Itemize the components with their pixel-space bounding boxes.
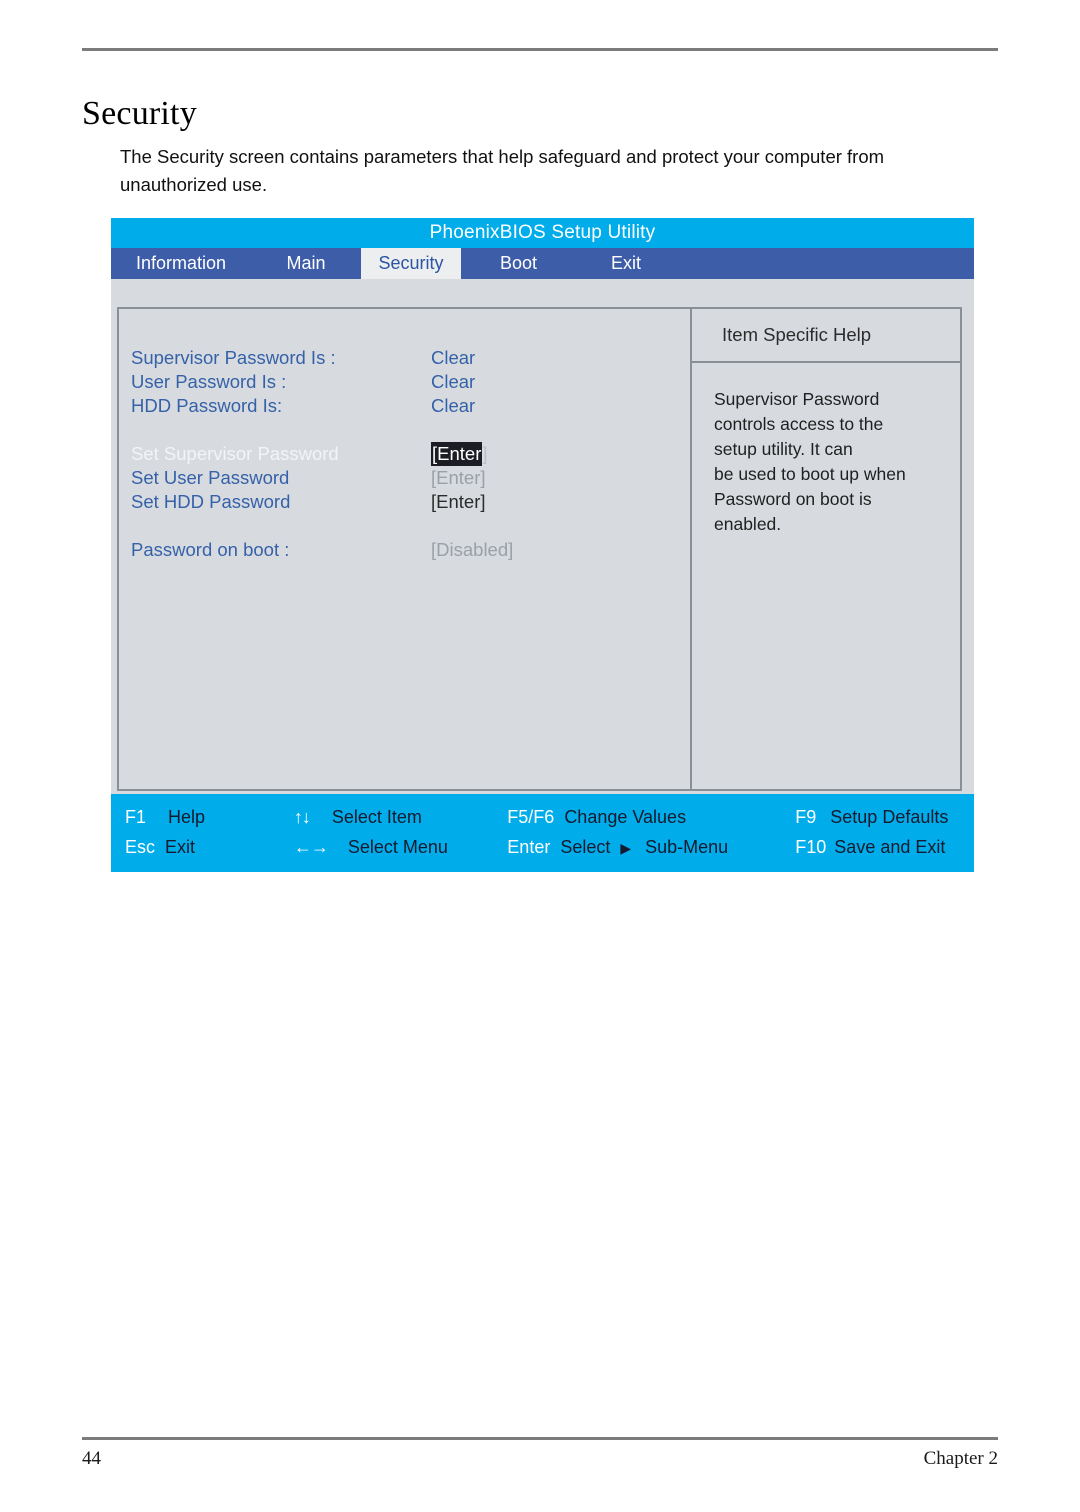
selection-highlight: [Enter <box>431 442 483 466</box>
tab-security-label: Security <box>378 253 444 273</box>
tab-boot-label: Boot <box>499 253 538 273</box>
key-change-values[interactable]: F5/F6 Change Values <box>507 807 795 828</box>
setting-value: [Enter] <box>431 491 486 512</box>
setting-value: Clear <box>431 395 476 416</box>
tab-information-label: Information <box>135 253 227 273</box>
key-desc-help: Help <box>168 806 206 827</box>
setting-row-set-user-password[interactable]: Set User Password [Enter] <box>119 467 690 491</box>
key-name-f5-f6: F5/F6 <box>507 806 555 827</box>
setting-row-user-password-is[interactable]: User Password Is : Clear <box>119 371 690 395</box>
tab-security[interactable]: Security <box>361 248 461 279</box>
key-desc-select: Select <box>560 836 611 857</box>
arrow-left-right-icon: ←→ <box>293 836 329 857</box>
key-desc-select-item: Select Item <box>331 806 422 827</box>
setting-value-selected[interactable]: [Enter] <box>431 442 488 466</box>
tab-exit-label: Exit <box>610 253 641 273</box>
bios-key-legend: F1 Help ↑↓ Select Item F5/F6 Change Valu… <box>111 794 974 872</box>
key-setup-defaults[interactable]: F9 Setup Defaults <box>795 807 974 828</box>
setting-value: Clear <box>431 347 476 368</box>
setting-row-hdd-password-is[interactable]: HDD Password Is: Clear <box>119 395 690 419</box>
key-name-enter: Enter <box>507 836 551 857</box>
setting-row-supervisor-password-is[interactable]: Supervisor Password Is : Clear <box>119 347 690 371</box>
setting-label: User Password Is : <box>131 371 287 392</box>
key-help[interactable]: F1 Help <box>125 807 294 828</box>
key-desc-exit: Exit <box>165 836 196 857</box>
chapter-label: Chapter 2 <box>923 1448 998 1469</box>
setting-row-set-hdd-password[interactable]: Set HDD Password [Enter] <box>119 491 690 515</box>
triangle-right-icon: ▶ <box>620 839 632 856</box>
page-title: Security <box>82 94 197 132</box>
key-name-esc: Esc <box>125 836 156 857</box>
item-specific-help-title: Item Specific Help <box>722 324 872 345</box>
setting-value: [Disabled] <box>431 539 514 560</box>
bios-content-area: Supervisor Password Is : Clear User Pass… <box>111 279 974 794</box>
setting-label: Password on boot : <box>131 539 290 560</box>
item-specific-help-text: Supervisor Password controls access to t… <box>714 389 906 534</box>
key-name-f9: F9 <box>795 806 817 827</box>
page-header-rule <box>82 48 998 51</box>
item-specific-help-panel: Item Specific Help Supervisor Password c… <box>690 307 962 791</box>
key-desc-sub-menu: Sub-Menu <box>645 836 729 857</box>
bios-tab-bar[interactable]: Information Main Security Boot Exit <box>111 248 974 279</box>
key-legend-row-2: Esc Exit ←→ Select Menu Enter Select ▶ S… <box>111 832 974 862</box>
setting-value: [Enter] <box>431 467 486 488</box>
arrow-up-down-icon: ↑↓ <box>293 806 311 827</box>
intro-paragraph: The Security screen contains parameters … <box>120 145 885 195</box>
tab-main[interactable]: Main <box>251 248 361 279</box>
key-exit[interactable]: Esc Exit <box>125 837 294 858</box>
key-select-menu[interactable]: ←→ Select Menu <box>294 837 507 858</box>
tab-main-label: Main <box>286 253 326 273</box>
selection-highlight-tail: ] <box>482 443 488 464</box>
key-legend-row-1: F1 Help ↑↓ Select Item F5/F6 Change Valu… <box>111 802 974 832</box>
key-name-f1: F1 <box>125 806 147 827</box>
settings-panel: Supervisor Password Is : Clear User Pass… <box>117 307 690 791</box>
tab-information[interactable]: Information <box>111 248 251 279</box>
setting-label: Set User Password <box>131 467 290 488</box>
setting-value: Clear <box>431 371 476 392</box>
key-desc-select-menu: Select Menu <box>347 836 448 857</box>
setting-label: Supervisor Password Is : <box>131 347 336 368</box>
key-desc-setup-defaults: Setup Defaults <box>830 806 949 827</box>
bios-title-bar: PhoenixBIOS Setup Utility <box>111 218 974 248</box>
setting-row-set-supervisor-password[interactable]: Set Supervisor Password [Enter] <box>119 442 690 467</box>
setting-row-password-on-boot[interactable]: Password on boot : [Disabled] <box>119 539 690 563</box>
item-specific-help-header: Item Specific Help <box>692 309 960 363</box>
setting-label-selected: Set Supervisor Password <box>131 443 339 464</box>
page-number: 44 <box>82 1448 101 1469</box>
bios-setup-utility-screen: PhoenixBIOS Setup Utility Information Ma… <box>111 218 974 872</box>
page-footer-rule <box>82 1437 998 1440</box>
key-desc-change-values: Change Values <box>564 806 687 827</box>
key-save-and-exit[interactable]: F10 Save and Exit <box>795 837 974 858</box>
key-name-f10: F10 <box>795 836 827 857</box>
setting-label: Set HDD Password <box>131 491 291 512</box>
setting-label: HDD Password Is: <box>131 395 283 416</box>
tab-exit[interactable]: Exit <box>576 248 676 279</box>
tab-boot[interactable]: Boot <box>461 248 576 279</box>
key-desc-save-and-exit: Save and Exit <box>834 836 946 857</box>
key-select-item[interactable]: ↑↓ Select Item <box>294 807 507 828</box>
bios-title: PhoenixBIOS Setup Utility <box>429 222 656 243</box>
key-select-submenu[interactable]: Enter Select ▶ Sub-Menu <box>507 837 795 858</box>
